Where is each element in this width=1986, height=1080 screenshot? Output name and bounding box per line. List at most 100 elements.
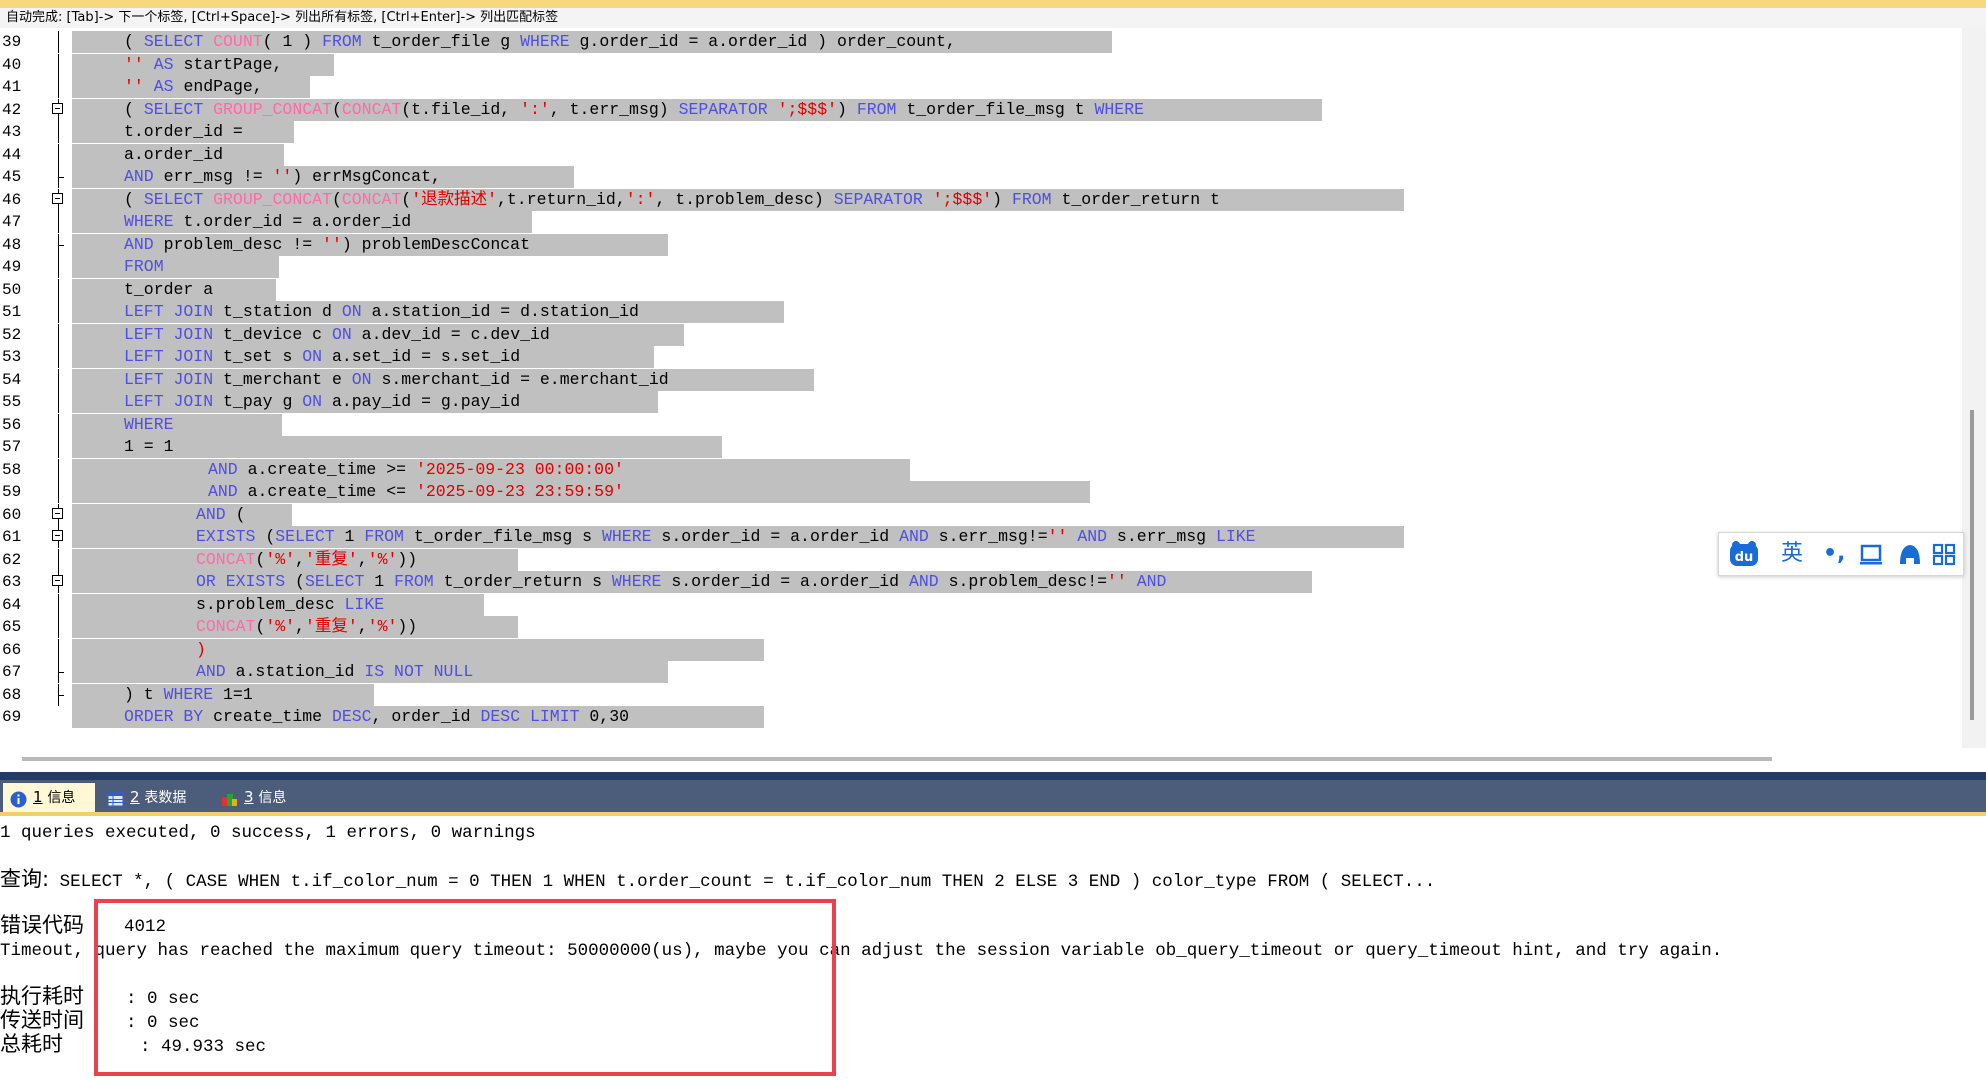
fold-guide bbox=[52, 301, 64, 323]
code-text: LEFT JOIN t_set s ON a.set_id = s.set_id bbox=[72, 346, 654, 368]
code-token: DESC bbox=[331, 707, 372, 726]
code-line[interactable]: 42( SELECT GROUP_CONCAT(CONCAT(t.file_id… bbox=[0, 98, 1960, 121]
code-line[interactable]: 62 CONCAT('%','重复','%')) bbox=[0, 548, 1960, 571]
code-line[interactable]: 65 CONCAT('%','重复','%')) bbox=[0, 616, 1960, 638]
code-line[interactable]: 48 AND problem_desc != '') problemDescCon… bbox=[0, 233, 1960, 256]
code-line[interactable]: 51 LEFT JOIN t_station d ON a.station_id … bbox=[0, 301, 1960, 323]
code-line[interactable]: 40 '' AS startPage, bbox=[0, 53, 1960, 76]
code-token: LEFT JOIN bbox=[124, 324, 224, 344]
code-token: a.station_id = d.station_id bbox=[371, 302, 639, 321]
fold-toggle-icon[interactable] bbox=[52, 571, 64, 593]
ime-punctuation-toggle[interactable]: •, bbox=[1823, 540, 1845, 568]
fold-guide bbox=[52, 593, 64, 616]
code-token: a.station_id bbox=[235, 662, 365, 681]
code-token: ( bbox=[295, 572, 305, 591]
ime-apps-grid-icon[interactable] bbox=[1931, 540, 1957, 576]
code-token: t_set s bbox=[223, 347, 303, 366]
horizontal-scroll-thumb[interactable] bbox=[22, 757, 1772, 761]
code-token: ( 1 ) bbox=[262, 32, 323, 51]
code-token: ) problemDescConcat bbox=[341, 234, 530, 254]
fold-guide bbox=[52, 256, 64, 278]
line-number: 55 bbox=[2, 393, 22, 411]
fold-toggle-icon[interactable] bbox=[52, 188, 64, 211]
code-line[interactable]: 57 1 = 1 bbox=[0, 436, 1960, 458]
code-token: ( bbox=[255, 549, 266, 569]
fold-guide bbox=[52, 481, 64, 503]
code-line[interactable]: 53 LEFT JOIN t_set s ON a.set_id = s.set_… bbox=[0, 346, 1960, 368]
code-line[interactable]: 63 OR EXISTS (SELECT 1 FROM t_order_retur… bbox=[0, 571, 1960, 593]
code-line[interactable]: 55 LEFT JOIN t_pay g ON a.pay_id = g.pay_… bbox=[0, 391, 1960, 413]
code-line[interactable]: 56 WHERE bbox=[0, 413, 1960, 436]
fold-guide bbox=[52, 368, 64, 391]
code-line[interactable]: 47 WHERE t.order_id = a.order_id bbox=[0, 211, 1960, 233]
code-text: ORDER BY create_time DESC, order_id DESC… bbox=[72, 706, 764, 728]
code-text: t.order_id = bbox=[72, 121, 294, 143]
code-line[interactable]: 39 ( SELECT COUNT( 1 ) FROM t_order_file … bbox=[0, 31, 1960, 53]
code-text: AND ( bbox=[72, 503, 292, 526]
code-token: , bbox=[357, 549, 368, 569]
ime-skin-icon[interactable] bbox=[1897, 540, 1923, 576]
code-line[interactable]: 66) bbox=[0, 638, 1960, 661]
code-text: AND a.station_id IS NOT NULL bbox=[72, 661, 668, 683]
fold-guide bbox=[52, 346, 64, 368]
code-line[interactable]: 64 s.problem_desc LIKE bbox=[0, 593, 1960, 616]
fold-guide bbox=[52, 121, 64, 143]
window-top-strip bbox=[0, 0, 1986, 8]
tab-messages-1[interactable]: 1 信息 bbox=[3, 783, 95, 812]
code-line[interactable]: 41 '' AS endPage, bbox=[0, 76, 1960, 98]
code-line[interactable]: 59 AND a.create_time <= '2025-09-23 23:59… bbox=[0, 481, 1960, 503]
ime-language-toggle[interactable]: 英 bbox=[1781, 540, 1803, 568]
code-token: ';$$$' bbox=[777, 99, 838, 119]
code-text: WHERE t.order_id = a.order_id bbox=[72, 211, 532, 233]
code-text: AND a.create_time <= '2025-09-23 23:59:5… bbox=[72, 481, 1090, 503]
pane-splitter[interactable] bbox=[0, 772, 1986, 780]
exec-time-label: 执行耗时 bbox=[0, 984, 84, 1008]
code-text: AND a.create_time >= '2025-09-23 00:00:0… bbox=[72, 458, 910, 481]
code-line[interactable]: 60 AND ( bbox=[0, 503, 1960, 526]
code-token: '%' bbox=[265, 549, 296, 569]
code-line[interactable]: 69 ORDER BY create_time DESC, order_id DE… bbox=[0, 706, 1960, 728]
code-token: '' bbox=[1107, 572, 1137, 591]
code-text: ( SELECT COUNT( 1 ) FROM t_order_file g … bbox=[72, 31, 1112, 53]
code-line[interactable]: 45 AND err_msg != '') errMsgConcat, bbox=[0, 166, 1960, 188]
code-token: AND bbox=[208, 482, 248, 501]
query-text: SELECT *, ( CASE WHEN t.if_color_num = 0… bbox=[49, 872, 1436, 892]
code-token: '%' bbox=[265, 617, 296, 636]
baidu-ime-icon[interactable]: du bbox=[1729, 540, 1759, 576]
fold-toggle-icon[interactable] bbox=[52, 503, 64, 526]
vertical-scrollbar[interactable] bbox=[1970, 410, 1974, 720]
code-text: ) bbox=[72, 638, 764, 661]
code-token: t_merchant e bbox=[223, 369, 352, 389]
code-token: LEFT JOIN bbox=[124, 369, 224, 389]
fold-toggle-icon[interactable] bbox=[52, 526, 64, 548]
code-token: problem_desc != bbox=[163, 234, 323, 254]
code-token: IS NOT NULL bbox=[364, 662, 474, 681]
code-line[interactable]: 50 t_order a bbox=[0, 278, 1960, 301]
tab-table-data[interactable]: 2 表数据 bbox=[100, 783, 210, 812]
code-text: 1 = 1 bbox=[72, 436, 722, 458]
line-number: 54 bbox=[2, 370, 22, 389]
ime-toolbar[interactable]: du 英 •, bbox=[1718, 532, 1964, 576]
code-token: LEFT JOIN bbox=[124, 302, 224, 321]
code-line[interactable]: 49 FROM bbox=[0, 256, 1960, 278]
code-line[interactable]: 68) t WHERE 1=1 bbox=[0, 683, 1960, 706]
line-number: 41 bbox=[2, 78, 22, 96]
sql-editor[interactable]: 39( SELECT COUNT( 1 ) FROM t_order_file … bbox=[0, 28, 1960, 748]
code-line[interactable]: 43 t.order_id = bbox=[0, 121, 1960, 143]
tab-messages-3[interactable]: 3 信息 bbox=[214, 783, 304, 812]
code-line[interactable]: 44 a.order_id bbox=[0, 143, 1960, 166]
horizontal-scrollbar[interactable] bbox=[0, 748, 1986, 772]
code-line[interactable]: 54 LEFT JOIN t_merchant e ON s.merchant_i… bbox=[0, 368, 1960, 391]
code-token: a.order_id bbox=[124, 144, 224, 164]
code-token: EXISTS bbox=[196, 527, 266, 546]
code-line[interactable]: 61 EXISTS (SELECT 1 FROM t_order_file_msg… bbox=[0, 526, 1960, 548]
code-line[interactable]: 52 LEFT JOIN t_device c ON a.dev_id = c.d… bbox=[0, 323, 1960, 346]
info-colored-icon bbox=[221, 789, 238, 806]
code-token: t_order_file_msg s bbox=[413, 527, 602, 546]
code-line[interactable]: 46( SELECT GROUP_CONCAT(CONCAT('退款描述',t.… bbox=[0, 188, 1960, 211]
fold-toggle-icon[interactable] bbox=[52, 98, 64, 121]
code-line[interactable]: 67 AND a.station_id IS NOT NULL bbox=[0, 661, 1960, 683]
ime-keyboard-icon[interactable] bbox=[1859, 540, 1885, 576]
code-token: DESC LIMIT bbox=[480, 707, 590, 726]
code-line[interactable]: 58 AND a.create_time >= '2025-09-23 00:00… bbox=[0, 458, 1960, 481]
